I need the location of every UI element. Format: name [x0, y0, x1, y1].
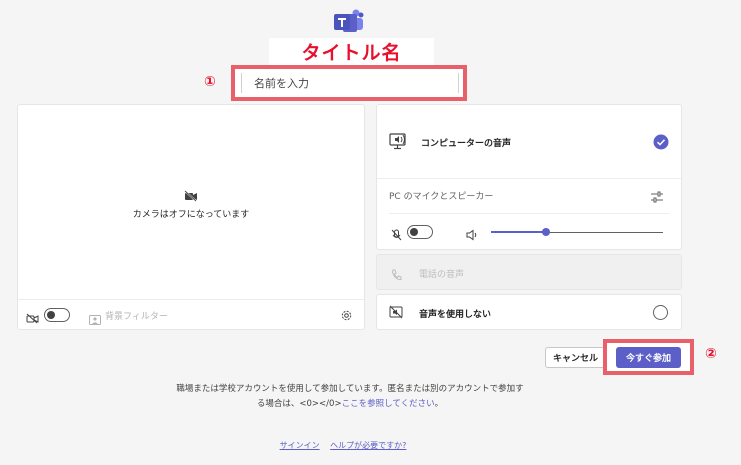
- join-now-button[interactable]: 今すぐ参加: [616, 347, 681, 368]
- gear-icon[interactable]: [340, 307, 353, 326]
- no-audio-option[interactable]: 音声を使用しない: [376, 294, 682, 330]
- speaker-icon: [466, 226, 478, 245]
- name-input[interactable]: [241, 73, 459, 93]
- computer-audio-label: コンピューターの音声: [421, 139, 512, 149]
- cancel-button[interactable]: キャンセル: [545, 347, 606, 368]
- teams-logo-icon: [334, 8, 364, 34]
- annotation-marker-1: ①: [204, 74, 216, 90]
- mic-off-icon: [391, 226, 402, 245]
- volume-slider-thumb[interactable]: [542, 228, 550, 236]
- video-preview-panel: カメラはオフになっています 背景フィルター: [17, 104, 365, 330]
- sign-in-link[interactable]: サインイン: [280, 441, 320, 450]
- join-button-highlight: 今すぐ参加: [603, 339, 694, 375]
- account-notice-prefix: る場合は、<0></0>: [256, 399, 342, 409]
- no-audio-radio[interactable]: [653, 305, 668, 320]
- computer-speaker-icon: [389, 131, 409, 155]
- background-filter-label[interactable]: 背景フィルター: [105, 309, 168, 322]
- camera-off-message: カメラはオフになっています: [132, 210, 250, 220]
- volume-slider-fill: [491, 231, 546, 233]
- see-here-link[interactable]: ここを参照してください: [342, 399, 435, 409]
- computer-audio-panel[interactable]: コンピューターの音声 PC のマイクとスピーカー: [376, 104, 682, 250]
- device-label: PC のマイクとスピーカー: [389, 192, 494, 202]
- divider: [377, 178, 681, 179]
- video-off-icon: [26, 309, 39, 328]
- annotation-marker-2: ②: [705, 346, 717, 362]
- check-circle-icon: [653, 134, 669, 154]
- divider: [389, 213, 669, 214]
- camera-toggle[interactable]: [44, 308, 70, 322]
- name-input-highlight: [231, 65, 467, 101]
- no-audio-label: 音声を使用しない: [419, 310, 492, 320]
- phone-icon: [391, 266, 402, 285]
- account-notice-line1: 職場または学校アカウントを使用して参加しています。匿名または別のアカウントで参加…: [176, 384, 524, 394]
- title-annotation: タイトル名: [269, 38, 434, 65]
- help-link[interactable]: ヘルプが必要ですか?: [330, 441, 406, 450]
- title-annotation-text: タイトル名: [301, 42, 402, 64]
- speaker-off-icon: [389, 305, 404, 324]
- video-off-icon: [184, 187, 198, 206]
- phone-audio-option: 電話の音声: [376, 254, 682, 290]
- background-filter-icon: [89, 310, 101, 329]
- divider: [18, 299, 364, 300]
- footer-links: サインイン ヘルプが必要ですか?: [0, 440, 686, 451]
- account-notice-suffix: 。: [434, 399, 444, 409]
- phone-audio-label: 電話の音声: [419, 270, 465, 280]
- microphone-toggle[interactable]: [407, 225, 433, 239]
- account-notice-line2: る場合は、<0></0>ここを参照してください。: [0, 397, 700, 409]
- options-icon[interactable]: [650, 188, 664, 207]
